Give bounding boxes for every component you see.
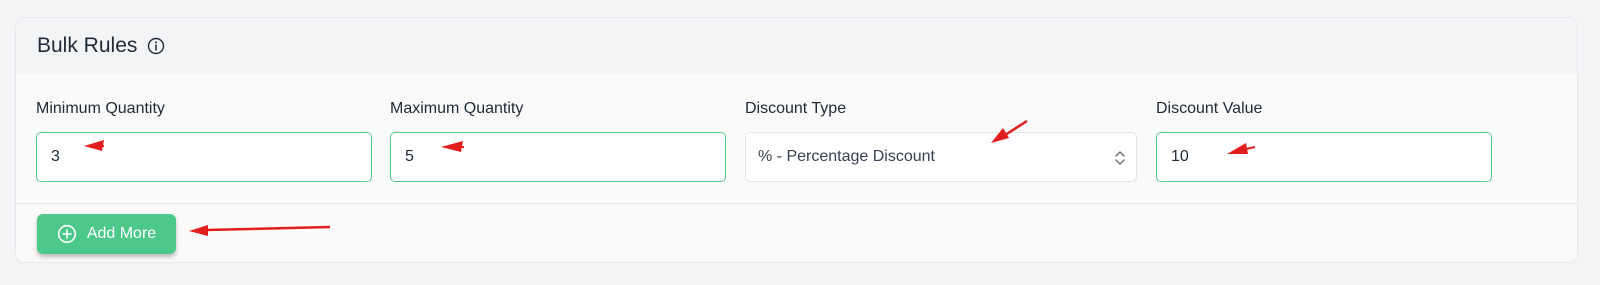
min-quantity-label: Minimum Quantity (36, 100, 165, 117)
bulk-rules-card: Bulk Rules Minimum Quantity Maximum Quan… (15, 17, 1578, 263)
discount-type-selected: % - Percentage Discount (758, 148, 935, 165)
max-quantity-input[interactable] (390, 132, 726, 182)
card-header: Bulk Rules (16, 18, 1577, 73)
card-footer: Add More (16, 204, 1577, 262)
add-more-button[interactable]: Add More (37, 214, 176, 254)
rule-row: Minimum Quantity Maximum Quantity Discou… (16, 73, 1577, 204)
max-quantity-label: Maximum Quantity (390, 100, 524, 117)
plus-circle-icon (57, 224, 77, 244)
discount-value-label: Discount Value (1156, 100, 1263, 117)
info-icon[interactable] (147, 37, 165, 55)
chevron-up-down-icon (1114, 149, 1126, 167)
discount-type-select[interactable]: % - Percentage Discount (745, 132, 1137, 182)
discount-value-input[interactable] (1156, 132, 1492, 182)
min-quantity-input[interactable] (36, 132, 372, 182)
add-more-label: Add More (86, 225, 157, 242)
card-title: Bulk Rules (37, 33, 138, 57)
discount-type-label: Discount Type (745, 100, 847, 117)
